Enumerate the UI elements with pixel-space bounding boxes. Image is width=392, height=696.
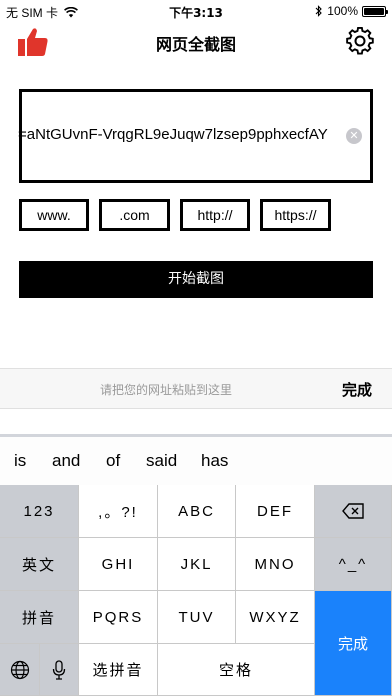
page-title: 网页全截图 bbox=[155, 35, 236, 54]
key-emoticon[interactable]: ^_^ bbox=[315, 538, 392, 591]
key-tuv[interactable]: TUV bbox=[158, 591, 236, 644]
key-ghi[interactable]: GHI bbox=[79, 538, 158, 591]
start-capture-button[interactable]: 开始截图 bbox=[19, 261, 373, 298]
space-key[interactable]: 空格 bbox=[158, 644, 315, 696]
key-punctuation[interactable]: ,。?! bbox=[79, 485, 158, 538]
suggestion-item[interactable]: of bbox=[106, 451, 120, 471]
url-input-value[interactable]: aNtGUvnF-VrqgRL9eJuqw7lzsep9pphxecfAY= bbox=[18, 126, 336, 143]
url-input[interactable]: aNtGUvnF-VrqgRL9eJuqw7lzsep9pphxecfAY= ✕ bbox=[18, 89, 373, 183]
key-english[interactable]: 英文 bbox=[0, 538, 79, 591]
key-jkl[interactable]: JKL bbox=[158, 538, 236, 591]
key-mno[interactable]: MNO bbox=[236, 538, 315, 591]
key-abc[interactable]: ABC bbox=[158, 485, 236, 538]
suggestion-item[interactable]: is bbox=[14, 451, 26, 471]
bluetooth-icon bbox=[315, 5, 323, 17]
microphone-icon bbox=[52, 659, 66, 680]
paste-hint: 请把您的网址粘贴到这里 bbox=[99, 383, 232, 397]
key-pqrs[interactable]: PQRS bbox=[79, 591, 158, 644]
key-def[interactable]: DEF bbox=[236, 485, 315, 538]
prefix-button-com[interactable]: .com bbox=[99, 199, 170, 231]
settings-button[interactable] bbox=[346, 26, 374, 55]
key-wxyz[interactable]: WXYZ bbox=[236, 591, 315, 644]
mic-key[interactable] bbox=[40, 644, 79, 696]
suggestion-item[interactable]: has bbox=[201, 451, 228, 471]
suggestion-bar: is and of said has bbox=[0, 437, 392, 485]
keyboard-done-button[interactable]: 完成 bbox=[315, 591, 392, 696]
battery-percent: 100% bbox=[327, 4, 358, 18]
input-accessory-bar: 请把您的网址粘贴到这里 完成 bbox=[0, 368, 392, 409]
prefix-button-http[interactable]: http:// bbox=[180, 199, 250, 231]
gear-icon bbox=[346, 26, 374, 55]
prefix-button-https[interactable]: https:// bbox=[260, 199, 331, 231]
globe-icon bbox=[10, 660, 29, 679]
suggestion-item[interactable]: and bbox=[52, 451, 80, 471]
battery-icon bbox=[362, 5, 388, 17]
key-123[interactable]: 123 bbox=[0, 485, 79, 538]
globe-key[interactable] bbox=[0, 644, 40, 696]
accessory-done-button[interactable]: 完成 bbox=[342, 379, 372, 400]
prefix-button-www[interactable]: www. bbox=[19, 199, 89, 231]
nav-bar: 网页全截图 bbox=[0, 22, 392, 62]
delete-key[interactable] bbox=[315, 485, 392, 538]
status-bar: 无 SIM 卡 下午3:13 100% bbox=[0, 0, 392, 22]
suggestion-item[interactable]: said bbox=[146, 451, 177, 471]
clear-icon[interactable]: ✕ bbox=[346, 128, 362, 144]
key-pinyin[interactable]: 拼音 bbox=[0, 591, 79, 644]
key-select-pinyin[interactable]: 选拼音 bbox=[79, 644, 158, 696]
backspace-icon bbox=[342, 503, 364, 519]
